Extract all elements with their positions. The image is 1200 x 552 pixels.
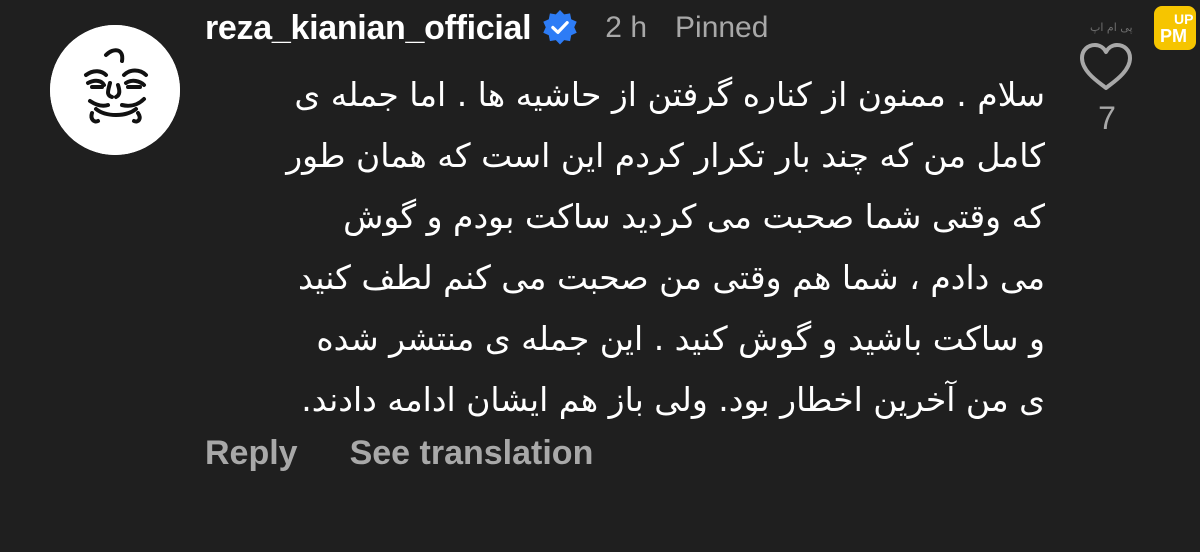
pinned-label: Pinned — [675, 11, 769, 44]
comment-line: کامل من که چند بار تکرار کردم این است که… — [286, 136, 1045, 175]
avatar-face-drawing — [50, 25, 180, 155]
svg-text:PM: PM — [1160, 26, 1187, 46]
comment-text: سلام . ممنون از کناره گرفتن از حاشیه ها … — [195, 64, 1045, 430]
comment-line: سلام . ممنون از کناره گرفتن از حاشیه ها … — [294, 75, 1045, 114]
reply-button[interactable]: Reply — [205, 434, 298, 473]
watermark-text: پی ام اپ — [1090, 21, 1133, 34]
comment-line: می دادم ، شما هم وقتی من صحبت می کنم لطف… — [297, 258, 1045, 297]
comment-header: reza_kianian_official 2 h Pinned — [205, 6, 768, 50]
comment-line: ی من آخرین اخطار بود. ولی باز هم ایشان ا… — [301, 380, 1045, 419]
comment-actions: Reply See translation — [205, 434, 593, 473]
comment-line: و ساکت باشید و گوش کنید . این جمله ی منت… — [316, 319, 1045, 358]
verified-badge-icon — [541, 9, 579, 47]
comment-timestamp: 2 h — [605, 11, 648, 44]
comment-line: که وقتی شما صحبت می کردید ساکت بودم و گو… — [343, 197, 1045, 236]
avatar[interactable] — [50, 25, 180, 155]
watermark-logo: پی ام اپ PM UP — [1088, 4, 1198, 52]
username[interactable]: reza_kianian_official — [205, 9, 532, 48]
see-translation-button[interactable]: See translation — [350, 434, 594, 473]
svg-text:UP: UP — [1174, 11, 1193, 27]
like-count: 7 — [1098, 100, 1116, 136]
